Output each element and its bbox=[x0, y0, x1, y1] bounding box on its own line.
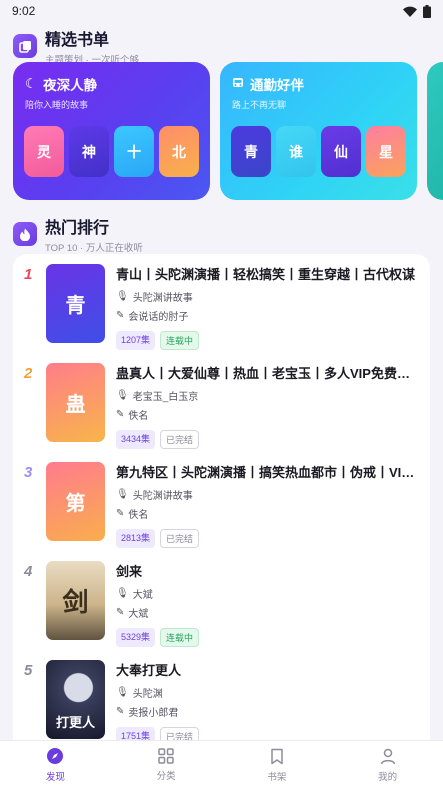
ranking-item[interactable]: 5 打更人 大奉打更人 🎙 头陀渊 ✎ 卖报小郎君 1751集 已完结 bbox=[13, 650, 430, 740]
booklist-carousel[interactable]: ☾ 夜深人静 陪你入睡的故事 灵 神 十 北 通勤好伴 路上不再无聊 青 谁 仙… bbox=[13, 62, 443, 202]
book-tile[interactable]: 神 bbox=[69, 126, 109, 177]
tab-discover[interactable]: 发现 bbox=[0, 741, 111, 789]
pen-icon: ✎ bbox=[116, 508, 125, 519]
narrator: 老宝玉_白玉京 bbox=[132, 392, 199, 403]
bus-icon bbox=[232, 77, 244, 92]
bookmark-icon bbox=[271, 748, 283, 764]
battery-icon bbox=[423, 4, 431, 18]
narrator: 头陀渊讲故事 bbox=[132, 293, 193, 304]
book-tile[interactable]: 灵 bbox=[24, 126, 64, 177]
narrator: 头陀渊 bbox=[132, 689, 163, 700]
author: 佚名 bbox=[128, 411, 149, 422]
book-tile[interactable]: 谁 bbox=[276, 126, 316, 177]
ranking-item[interactable]: 3 第 第九特区丨头陀渊演播丨搞笑热血都市丨伪戒丨VIP免费 🎙 头陀渊讲故事 ✎… bbox=[13, 452, 430, 548]
book-cover[interactable]: 青 bbox=[46, 264, 105, 343]
book-cover[interactable]: 剑 bbox=[46, 561, 105, 640]
status-bar: 9:02 bbox=[0, 0, 443, 22]
pen-icon: ✎ bbox=[116, 607, 125, 618]
narrator: 头陀渊讲故事 bbox=[132, 491, 193, 502]
narrator: 大斌 bbox=[132, 590, 153, 601]
tab-label: 书架 bbox=[267, 771, 287, 783]
person-icon bbox=[380, 748, 395, 764]
ranking-item[interactable]: 4 剑 剑来 🎙 大斌 ✎ 大斌 5329集 连载中 bbox=[13, 551, 430, 647]
booklist-card-title: 通勤好伴 bbox=[250, 78, 304, 93]
author: 佚名 bbox=[128, 510, 149, 521]
rank-number: 5 bbox=[24, 662, 33, 679]
mic-icon: 🎙 bbox=[116, 489, 129, 500]
rank-number: 3 bbox=[24, 464, 33, 481]
collection-icon bbox=[13, 34, 37, 58]
booklist-card-night[interactable]: ☾ 夜深人静 陪你入睡的故事 灵 神 十 北 bbox=[13, 62, 210, 200]
ranking-title: 热门排行 bbox=[45, 220, 110, 237]
book-title: 蛊真人丨大爱仙尊丨热血丨老宝玉丨多人VIP免费有声书 bbox=[116, 366, 416, 381]
booklist-card-partial[interactable] bbox=[427, 62, 443, 200]
book-cover[interactable]: 打更人 bbox=[46, 660, 105, 739]
status-time: 9:02 bbox=[12, 4, 36, 18]
book-tile[interactable]: 星 bbox=[366, 126, 406, 177]
booklist-card-title: 夜深人静 bbox=[43, 78, 98, 93]
pen-icon: ✎ bbox=[116, 409, 125, 420]
ranking-item[interactable]: 1 青 青山丨头陀渊演播丨轻松搞笑丨重生穿越丨古代权谋 🎙 头陀渊讲故事 ✎ 会说话… bbox=[13, 254, 430, 350]
mic-icon: 🎙 bbox=[116, 291, 129, 302]
episode-count-badge: 1207集 bbox=[116, 331, 156, 350]
ranking-header: 热门排行 TOP 10 · 万人正在收听 bbox=[0, 214, 443, 254]
mic-icon: 🎙 bbox=[116, 687, 129, 698]
mic-icon: 🎙 bbox=[116, 588, 129, 599]
wifi-icon bbox=[403, 6, 417, 17]
tab-profile[interactable]: 我的 bbox=[332, 741, 443, 789]
pen-icon: ✎ bbox=[116, 310, 125, 321]
book-title: 剑来 bbox=[116, 564, 143, 579]
ranking-list: 1 青 青山丨头陀渊演播丨轻松搞笑丨重生穿越丨古代权谋 🎙 头陀渊讲故事 ✎ 会说话… bbox=[13, 254, 430, 740]
episode-count-badge: 5329集 bbox=[116, 628, 156, 647]
book-cover[interactable]: 蛊 bbox=[46, 363, 105, 442]
rank-number: 4 bbox=[24, 563, 33, 580]
tab-category[interactable]: 分类 bbox=[111, 741, 222, 789]
author: 会说话的肘子 bbox=[128, 312, 189, 323]
compass-icon bbox=[47, 748, 64, 764]
book-title: 大奉打更人 bbox=[116, 663, 182, 678]
featured-title: 精选书单 bbox=[45, 32, 110, 49]
episode-count-badge: 3434集 bbox=[116, 430, 156, 449]
tab-label: 发现 bbox=[45, 772, 65, 783]
status-badge: 已完结 bbox=[160, 529, 200, 548]
status-badge: 连载中 bbox=[160, 331, 200, 350]
book-tile[interactable]: 十 bbox=[114, 126, 154, 177]
episode-count-badge: 1751集 bbox=[116, 727, 156, 740]
book-title: 青山丨头陀渊演播丨轻松搞笑丨重生穿越丨古代权谋 bbox=[116, 267, 416, 282]
book-cover[interactable]: 第 bbox=[46, 462, 105, 541]
status-badge: 已完结 bbox=[160, 430, 200, 449]
featured-header: 精选书单 主题策划 · 一次听个够 bbox=[0, 26, 152, 66]
tab-bookshelf[interactable]: 书架 bbox=[222, 741, 333, 789]
booklist-card-subtitle: 陪你入睡的故事 bbox=[25, 100, 89, 110]
status-badge: 已完结 bbox=[160, 727, 200, 740]
book-tile[interactable]: 青 bbox=[231, 126, 271, 177]
booklist-card-subtitle: 路上不再无聊 bbox=[232, 100, 287, 110]
ranking-item[interactable]: 2 蛊 蛊真人丨大爱仙尊丨热血丨老宝玉丨多人VIP免费有声书 🎙 老宝玉_白玉京 … bbox=[13, 353, 430, 449]
book-tile[interactable]: 仙 bbox=[321, 126, 361, 177]
flame-icon bbox=[13, 222, 37, 246]
pen-icon: ✎ bbox=[116, 706, 125, 717]
moon-icon: ☾ bbox=[25, 76, 38, 91]
author: 大斌 bbox=[128, 609, 149, 620]
rank-number: 1 bbox=[24, 266, 33, 283]
book-tile[interactable]: 北 bbox=[159, 126, 199, 177]
episode-count-badge: 2813集 bbox=[116, 529, 156, 548]
status-badge: 连载中 bbox=[160, 628, 200, 647]
mic-icon: 🎙 bbox=[116, 390, 129, 401]
tab-label: 分类 bbox=[156, 771, 176, 782]
author: 卖报小郎君 bbox=[128, 708, 179, 719]
rank-number: 2 bbox=[24, 365, 33, 382]
book-title: 第九特区丨头陀渊演播丨搞笑热血都市丨伪戒丨VIP免费 bbox=[116, 465, 416, 480]
ranking-subtitle: TOP 10 · 万人正在收听 bbox=[45, 243, 143, 254]
tab-label: 我的 bbox=[378, 771, 398, 783]
booklist-card-commute[interactable]: 通勤好伴 路上不再无聊 青 谁 仙 星 bbox=[220, 62, 417, 200]
status-icons bbox=[403, 4, 431, 18]
bottom-tab-bar: 发现 分类 书架 我的 bbox=[0, 740, 443, 789]
grid-icon bbox=[158, 748, 174, 764]
